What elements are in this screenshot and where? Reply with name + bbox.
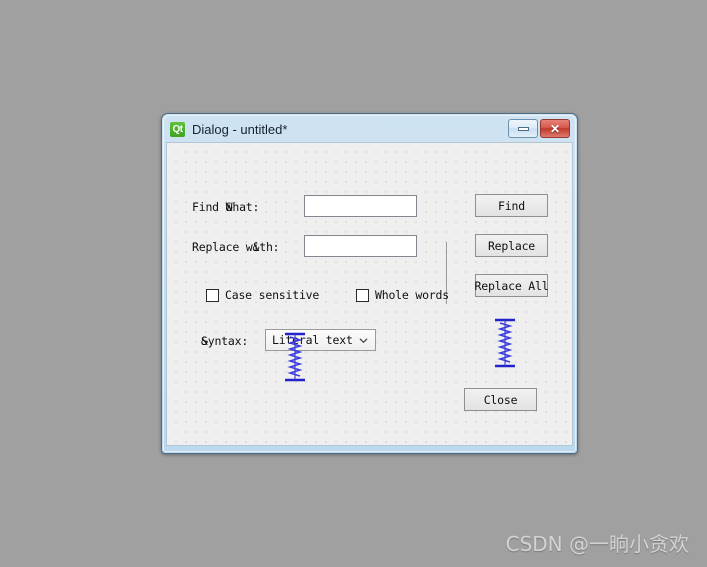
vertical-spacer-icon bbox=[495, 318, 515, 368]
syntax-label-suffix: Syntax: bbox=[201, 334, 249, 348]
replace-button[interactable]: Replace bbox=[475, 234, 548, 257]
syntax-combobox[interactable]: Literal text bbox=[265, 329, 376, 351]
case-sensitive-checkbox[interactable]: Case sensitive bbox=[206, 288, 319, 302]
find-button[interactable]: Find bbox=[475, 194, 548, 217]
case-sensitive-checkbox-indicator[interactable] bbox=[206, 288, 219, 302]
whole-words-checkbox[interactable]: Whole words bbox=[356, 288, 449, 302]
window-title: Dialog - untitled* bbox=[192, 122, 288, 137]
replace-all-button[interactable]: Replace All bbox=[475, 274, 549, 297]
form-canvas: Find &What: Replace w&ith: Case sensitiv… bbox=[166, 142, 573, 446]
replace-with-input[interactable] bbox=[304, 235, 417, 257]
close-icon: ✕ bbox=[549, 121, 561, 136]
case-sensitive-checkbox-label: Case sensitive bbox=[225, 288, 320, 302]
chevron-down-icon bbox=[359, 337, 368, 343]
syntax-label: &Syntax: bbox=[201, 334, 249, 348]
dialog-window: Qt Dialog - untitled* ✕ Find &What: Repl… bbox=[161, 113, 578, 454]
find-what-input[interactable] bbox=[304, 195, 417, 217]
minimize-button[interactable] bbox=[508, 119, 538, 138]
whole-words-checkbox-label: Whole words bbox=[375, 288, 449, 302]
qt-logo-icon: Qt bbox=[170, 122, 185, 137]
replace-with-label: Replace w&ith: bbox=[192, 240, 280, 254]
vertical-spacer-left[interactable] bbox=[284, 332, 306, 387]
minimize-icon bbox=[517, 126, 529, 131]
vertical-spacer-right[interactable] bbox=[494, 318, 516, 373]
title-bar[interactable]: Qt Dialog - untitled* ✕ bbox=[166, 117, 573, 142]
replace-with-label-prefix: Replace w bbox=[192, 240, 253, 254]
watermark: CSDN @一晌小贪欢 bbox=[505, 532, 689, 556]
vertical-spacer-icon bbox=[285, 332, 305, 382]
close-button[interactable]: Close bbox=[464, 388, 537, 411]
titlebar-button-group: ✕ bbox=[508, 119, 570, 138]
replace-with-label-suffix: ith: bbox=[252, 240, 280, 254]
find-what-label: Find &What: bbox=[192, 200, 260, 214]
whole-words-checkbox-indicator[interactable] bbox=[356, 288, 369, 302]
find-what-label-suffix: What: bbox=[225, 200, 260, 214]
find-what-label-prefix: Find bbox=[192, 200, 226, 214]
close-window-button[interactable]: ✕ bbox=[540, 119, 570, 138]
